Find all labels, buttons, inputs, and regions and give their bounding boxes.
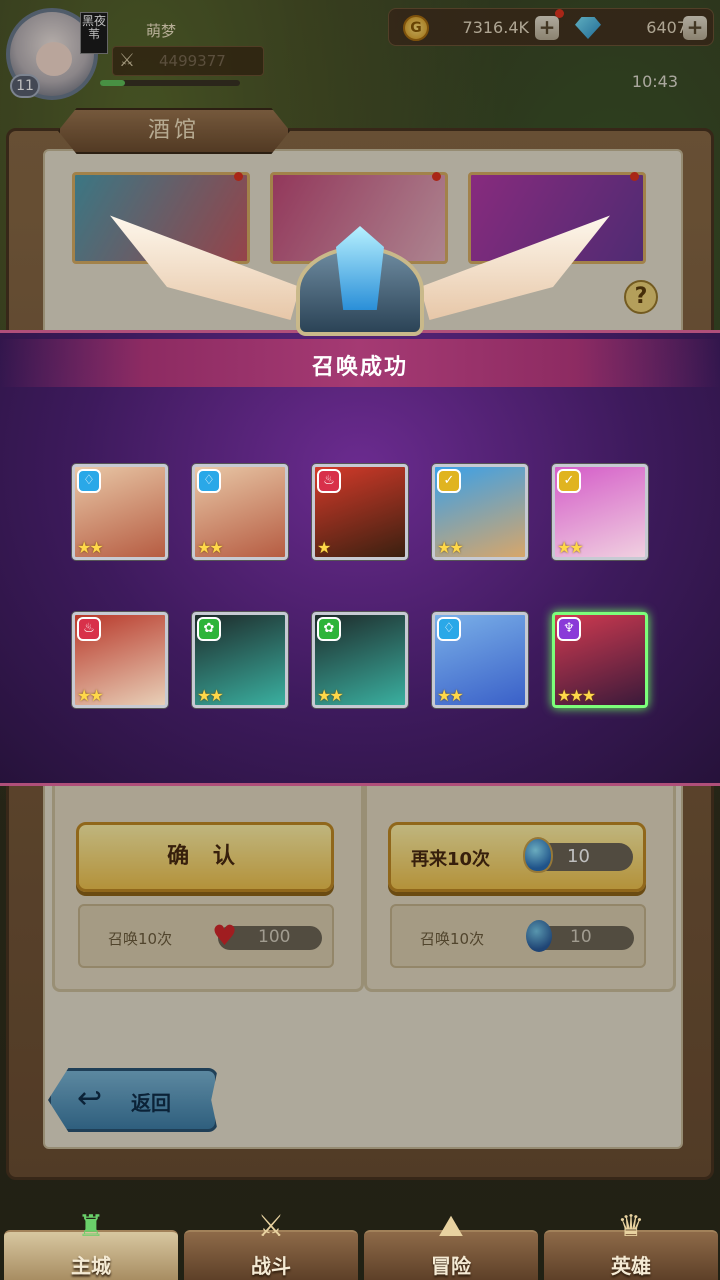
nav-item-2[interactable]: ⛰ 冒险 bbox=[364, 1209, 538, 1280]
hero-star-rating: ★★ bbox=[197, 686, 224, 705]
hero-star-rating: ★★ bbox=[317, 686, 344, 705]
water-faction-icon: ♢ bbox=[197, 469, 221, 493]
hero-star-rating: ★★ bbox=[77, 686, 104, 705]
nav-item-0[interactable]: ♜ 主城 bbox=[4, 1209, 178, 1280]
modal-title-bar: 召唤成功 bbox=[0, 339, 720, 387]
crossed-swords-icon: ⚔ bbox=[257, 1209, 285, 1244]
nav-label: 英雄 bbox=[611, 1254, 651, 1278]
left-wing-icon bbox=[110, 215, 300, 320]
nav-item-3[interactable]: ♛ 英雄 bbox=[544, 1209, 718, 1280]
crystal-icon bbox=[336, 226, 384, 310]
castle-icon: ♜ bbox=[77, 1209, 105, 1244]
nav-label: 战斗 bbox=[251, 1254, 291, 1278]
hero-card[interactable]: ✓ ★★ bbox=[552, 464, 648, 560]
hero-card[interactable]: ✿ ★★ bbox=[192, 612, 288, 708]
hero-card[interactable]: ♨ ★★ bbox=[72, 612, 168, 708]
hero-card[interactable]: ✓ ★★ bbox=[432, 464, 528, 560]
modal-title: 召唤成功 bbox=[311, 355, 408, 380]
hero-star-rating: ★★ bbox=[557, 538, 584, 557]
hero-icon: ♛ bbox=[617, 1209, 645, 1244]
water-faction-icon: ♢ bbox=[77, 469, 101, 493]
map-icon: ⛰ bbox=[438, 1209, 464, 1244]
right-wing-icon bbox=[420, 215, 610, 320]
hero-card[interactable]: ♢ ★★ bbox=[432, 612, 528, 708]
hero-star-rating: ★★ bbox=[77, 538, 104, 557]
nav-label: 主城 bbox=[71, 1254, 111, 1278]
hero-star-rating: ★★ bbox=[197, 538, 224, 557]
hero-card[interactable]: ✿ ★★ bbox=[312, 612, 408, 708]
hero-star-rating: ★★ bbox=[437, 686, 464, 705]
nature-faction-icon: ✿ bbox=[197, 617, 221, 641]
nav-item-1[interactable]: ⚔ 战斗 bbox=[184, 1209, 358, 1280]
nav-label: 冒险 bbox=[431, 1254, 471, 1278]
hero-card[interactable]: ♢ ★★ bbox=[192, 464, 288, 560]
hero-star-rating: ★★ bbox=[437, 538, 464, 557]
bottom-nav: ♜ 主城 ⚔ 战斗 ⛰ 冒险 ♛ 英雄 bbox=[0, 1200, 720, 1280]
light-faction-icon: ✓ bbox=[557, 469, 581, 493]
nature-faction-icon: ✿ bbox=[317, 617, 341, 641]
hero-star-rating: ★ bbox=[317, 538, 331, 557]
hero-star-rating: ★★★ bbox=[557, 686, 596, 705]
hero-card[interactable]: ♆ ★★★ bbox=[552, 612, 648, 708]
fire-faction-icon: ♨ bbox=[77, 617, 101, 641]
summoned-heroes-grid: ♢ ★★ ♢ ★★ ♨ ★ ✓ ★★ ✓ ★★ ♨ ★★ ✿ ★★ ✿ ★★ ♢ ★★ ♆ ★★★ bbox=[72, 464, 650, 710]
dark-faction-icon: ♆ bbox=[557, 617, 581, 641]
fire-faction-icon: ♨ bbox=[317, 469, 341, 493]
hero-card[interactable]: ♢ ★★ bbox=[72, 464, 168, 560]
hero-card[interactable]: ♨ ★ bbox=[312, 464, 408, 560]
water-faction-icon: ♢ bbox=[437, 617, 461, 641]
crystal-emblem bbox=[288, 216, 432, 336]
light-faction-icon: ✓ bbox=[437, 469, 461, 493]
